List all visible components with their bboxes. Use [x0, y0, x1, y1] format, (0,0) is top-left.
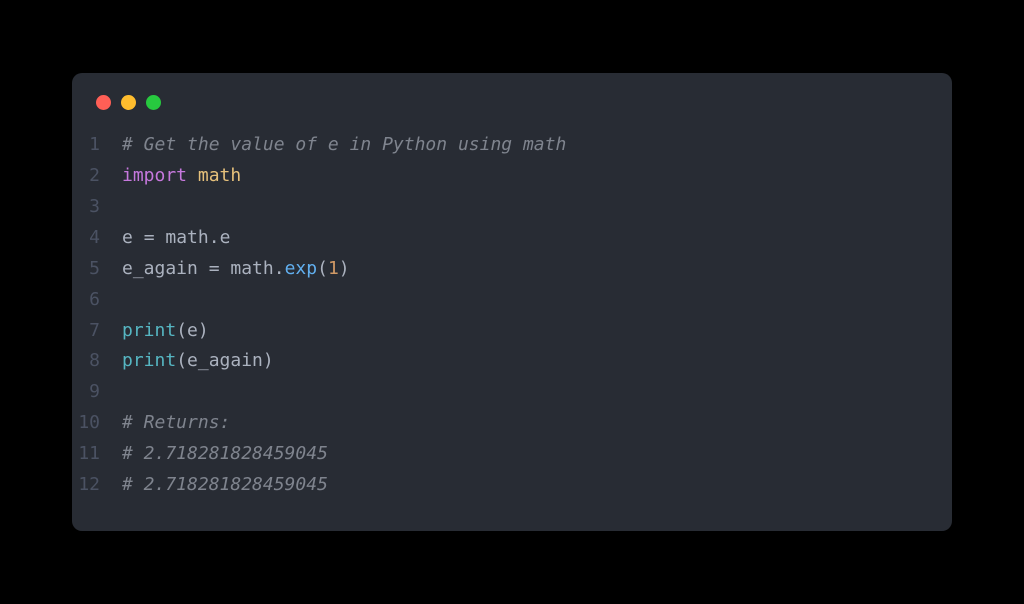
line-content: # 2.718281828459045: [122, 439, 328, 470]
token-punct: .: [274, 258, 285, 279]
line-number: 1: [72, 130, 122, 161]
token-plain: e_again: [122, 258, 209, 279]
code-line: 6: [72, 285, 952, 316]
token-plain: math: [155, 227, 209, 248]
token-punct: (: [317, 258, 328, 279]
token-comment: # 2.718281828459045: [122, 474, 328, 495]
line-number: 7: [72, 316, 122, 347]
line-number: 3: [72, 192, 122, 223]
line-number: 4: [72, 223, 122, 254]
token-punct: ): [198, 320, 209, 341]
close-icon[interactable]: [96, 95, 111, 110]
line-content: # Returns:: [122, 408, 230, 439]
line-number: 5: [72, 254, 122, 285]
line-content: print(e_again): [122, 346, 274, 377]
line-number: 2: [72, 161, 122, 192]
line-number: 6: [72, 285, 122, 316]
code-line: 7print(e): [72, 316, 952, 347]
token-builtin: print: [122, 350, 176, 371]
window-controls: [72, 95, 952, 130]
token-op: =: [144, 227, 155, 248]
minimize-icon[interactable]: [121, 95, 136, 110]
token-punct: ): [339, 258, 350, 279]
code-line: 3: [72, 192, 952, 223]
token-punct: (: [176, 320, 187, 341]
token-keyword: import: [122, 165, 187, 186]
token-plain: math: [220, 258, 274, 279]
line-content: # Get the value of e in Python using mat…: [122, 130, 566, 161]
line-content: print(e): [122, 316, 209, 347]
token-num: 1: [328, 258, 339, 279]
token-builtin: print: [122, 320, 176, 341]
line-content: # 2.718281828459045: [122, 470, 328, 501]
token-comment: # 2.718281828459045: [122, 443, 328, 464]
token-comment: # Get the value of e in Python using mat…: [122, 134, 566, 155]
token-func: exp: [285, 258, 318, 279]
token-plain: [187, 165, 198, 186]
code-line: 11# 2.718281828459045: [72, 439, 952, 470]
token-comment: # Returns:: [122, 412, 230, 433]
code-line: 12# 2.718281828459045: [72, 470, 952, 501]
code-area[interactable]: 1# Get the value of e in Python using ma…: [72, 130, 952, 501]
line-content: import math: [122, 161, 241, 192]
token-plain: e_again: [187, 350, 263, 371]
token-module: math: [198, 165, 241, 186]
token-punct: ): [263, 350, 274, 371]
code-line: 1# Get the value of e in Python using ma…: [72, 130, 952, 161]
line-number: 8: [72, 346, 122, 377]
line-number: 10: [72, 408, 122, 439]
code-line: 9: [72, 377, 952, 408]
line-number: 12: [72, 470, 122, 501]
token-plain: e: [220, 227, 231, 248]
code-editor-window: 1# Get the value of e in Python using ma…: [72, 73, 952, 531]
line-number: 11: [72, 439, 122, 470]
code-line: 4e = math.e: [72, 223, 952, 254]
line-content: e = math.e: [122, 223, 230, 254]
maximize-icon[interactable]: [146, 95, 161, 110]
token-plain: e: [187, 320, 198, 341]
code-line: 8print(e_again): [72, 346, 952, 377]
line-number: 9: [72, 377, 122, 408]
line-content: e_again = math.exp(1): [122, 254, 350, 285]
code-line: 2import math: [72, 161, 952, 192]
token-op: =: [209, 258, 220, 279]
token-punct: .: [209, 227, 220, 248]
token-punct: (: [176, 350, 187, 371]
token-plain: e: [122, 227, 144, 248]
code-line: 10# Returns:: [72, 408, 952, 439]
code-line: 5e_again = math.exp(1): [72, 254, 952, 285]
